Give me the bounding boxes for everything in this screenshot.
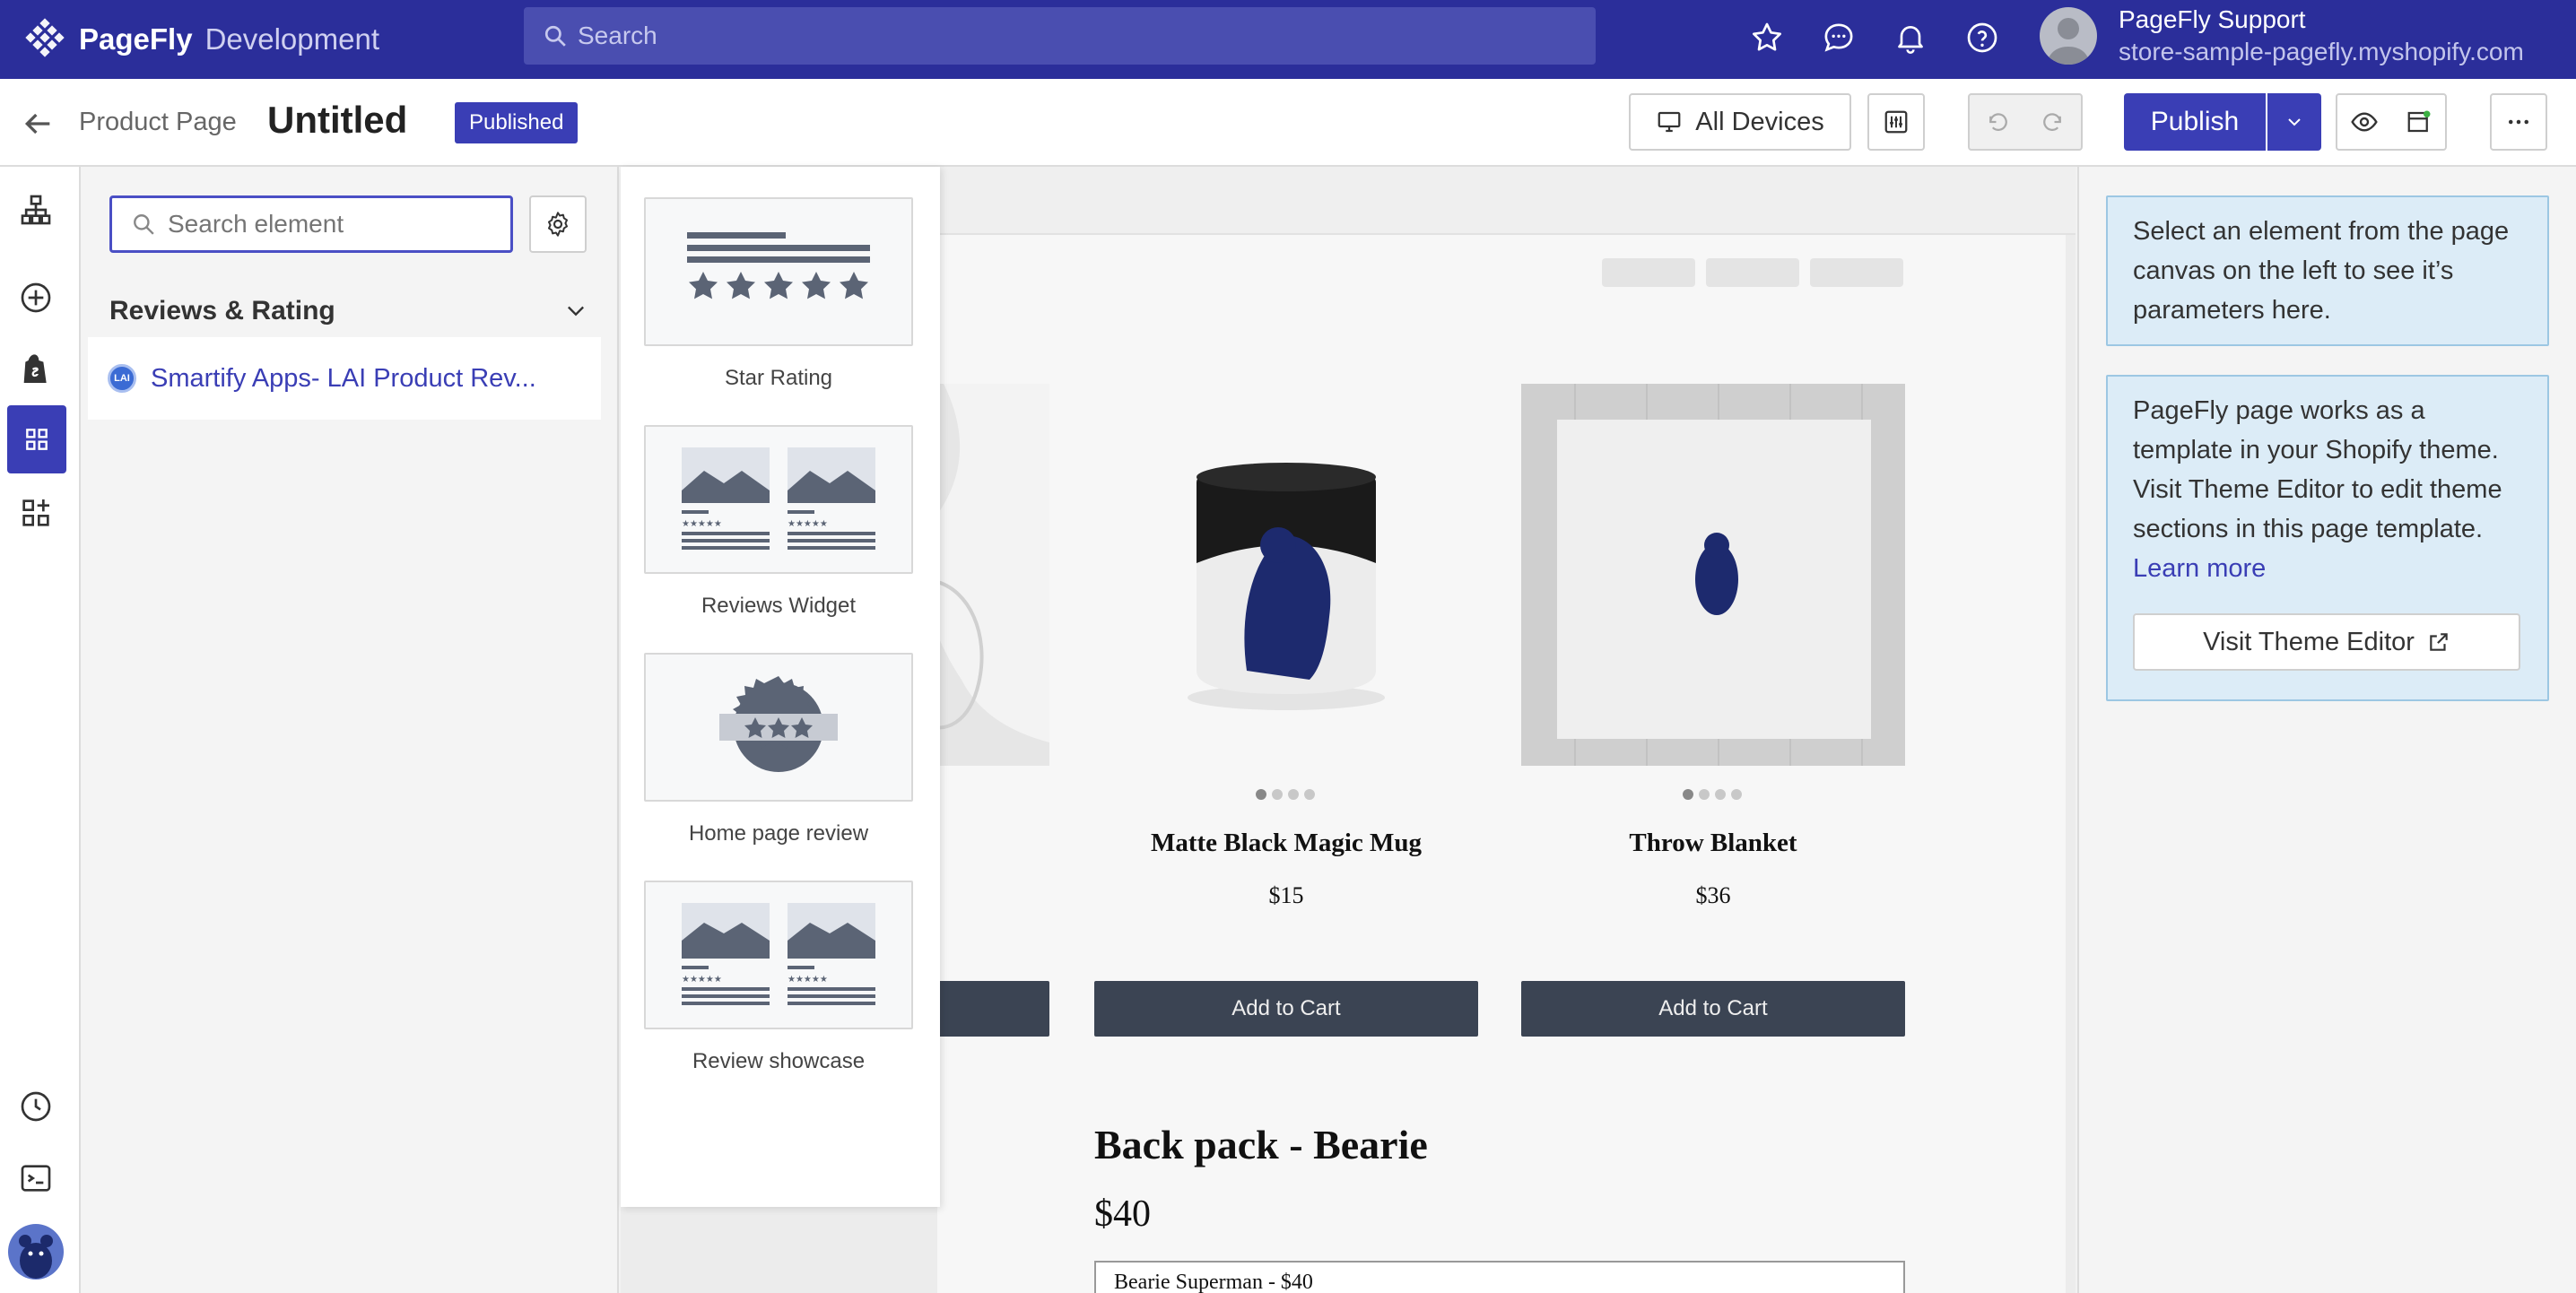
bell-icon[interactable]: [1893, 20, 1928, 56]
element-search-input[interactable]: [109, 195, 513, 253]
eye-icon[interactable]: [2350, 108, 2379, 136]
add-to-cart-button[interactable]: Add to Cart: [1521, 981, 1905, 1037]
publish-options-button[interactable]: [2267, 93, 2321, 151]
product-image[interactable]: [1094, 384, 1478, 766]
integrations-nav-button[interactable]: [7, 405, 66, 473]
widget-label[interactable]: Star Rating: [644, 366, 913, 391]
panel-settings-button[interactable]: [529, 195, 587, 253]
brand[interactable]: PageFly Development: [23, 16, 379, 63]
avatar[interactable]: [2040, 7, 2097, 65]
device-selector-button[interactable]: All Devices: [1629, 93, 1851, 151]
brand-suffix: Development: [205, 22, 380, 56]
settings-sliders-button[interactable]: [1867, 93, 1925, 151]
blanket-image-icon: [1521, 384, 1905, 766]
reviews-widget-card[interactable]: ★★★★★ ★★★★★: [644, 425, 913, 574]
integration-list-item[interactable]: LAI Smartify Apps- LAI Product Rev...: [88, 337, 601, 420]
add-element-icon[interactable]: [18, 280, 54, 316]
live-page-icon[interactable]: [2406, 108, 2432, 135]
product-image[interactable]: [1521, 384, 1905, 766]
svg-text:★★★★★: ★★★★★: [682, 519, 722, 529]
featured-product-price: $40: [1094, 1193, 1151, 1235]
user-avatar-icon: [2047, 18, 2090, 65]
reviews-widget-preview-icon: ★★★★★ ★★★★★: [682, 447, 875, 550]
star-icon[interactable]: [1749, 20, 1785, 56]
mascot-avatar-icon[interactable]: [7, 1223, 65, 1280]
category-title[interactable]: Reviews & Rating: [109, 296, 335, 326]
select-element-hint: Select an element from the page canvas o…: [2106, 195, 2549, 346]
widget-label[interactable]: Review showcase: [644, 1049, 913, 1074]
chevron-down-icon: [2288, 118, 2301, 126]
star-rating-preview-icon: [687, 232, 870, 299]
code-terminal-icon[interactable]: [18, 1160, 54, 1196]
global-search-placeholder: Search: [578, 22, 657, 49]
visit-theme-editor-label: Visit Theme Editor: [2203, 627, 2415, 656]
layers-tree-icon[interactable]: [18, 192, 54, 228]
breadcrumb[interactable]: Product Page: [79, 108, 237, 137]
svg-text:★★★★★: ★★★★★: [682, 975, 722, 985]
lai-app-icon: LAI: [108, 364, 136, 393]
svg-text:★★★★★: ★★★★★: [788, 975, 828, 985]
svg-text:★★★★★: ★★★★★: [788, 519, 828, 529]
publish-button[interactable]: Publish: [2124, 93, 2266, 151]
help-icon[interactable]: [1964, 20, 2000, 56]
grid-apps-icon: [26, 429, 48, 450]
redo-icon[interactable]: [2039, 108, 2066, 135]
variant-select-value: Bearie Superman - $40: [1114, 1271, 1313, 1293]
review-showcase-widget-card[interactable]: ★★★★★ ★★★★★: [644, 881, 913, 1029]
chevron-down-icon[interactable]: [563, 298, 588, 323]
widget-label[interactable]: Home page review: [644, 821, 913, 846]
gear-icon: [548, 212, 568, 237]
desktop-icon: [1658, 111, 1681, 133]
select-element-hint-text: Select an element from the page canvas o…: [2133, 217, 2510, 325]
page-title[interactable]: Untitled: [267, 99, 407, 142]
variant-select[interactable]: Bearie Superman - $40: [1094, 1261, 1905, 1293]
widget-label[interactable]: Reviews Widget: [644, 594, 913, 619]
learn-more-link[interactable]: Learn more: [2133, 549, 2522, 588]
placeholder-pill: [1706, 258, 1799, 287]
placeholder-pill: [1810, 258, 1903, 287]
product-price: $15: [1268, 882, 1304, 908]
product-price: $36: [1695, 882, 1731, 908]
chat-icon[interactable]: [1821, 20, 1857, 56]
history-clock-icon[interactable]: [18, 1089, 54, 1124]
theme-template-info-text: PageFly page works as a template in your…: [2133, 396, 2502, 543]
mug-image-icon: [1188, 463, 1385, 710]
home-page-review-widget-card[interactable]: [644, 653, 913, 802]
account-name[interactable]: PageFly Support: [2119, 5, 2306, 34]
apps-add-icon[interactable]: [18, 495, 54, 531]
back-arrow-icon[interactable]: [20, 106, 56, 142]
element-panel: [81, 167, 619, 1293]
integration-item-label: Smartify Apps- LAI Product Rev...: [151, 363, 536, 393]
star-rating-widget-card[interactable]: [644, 197, 913, 346]
pagefly-logo-icon: [25, 18, 65, 57]
undo-icon[interactable]: [1985, 108, 2012, 135]
product-name[interactable]: Matte Black Magic Mug: [1094, 829, 1478, 858]
placeholder-pill: [1602, 258, 1695, 287]
status-badge: Published: [455, 102, 579, 143]
sliders-icon: [1884, 110, 1908, 134]
image-carousel-dots[interactable]: [1683, 789, 1742, 802]
external-link-icon: [2430, 633, 2448, 651]
more-dots-icon: [2509, 119, 2528, 125]
add-to-cart-button[interactable]: Add to Cart: [1094, 981, 1478, 1037]
more-options-button[interactable]: [2490, 93, 2547, 151]
review-showcase-preview-icon: ★★★★★ ★★★★★: [682, 903, 875, 1005]
badge-review-preview-icon: [719, 676, 838, 772]
image-carousel-dots[interactable]: [1256, 789, 1315, 802]
undo-redo-group: [1968, 93, 2083, 151]
featured-product-title[interactable]: Back pack - Bearie: [1094, 1121, 1428, 1168]
preview-group: [2336, 93, 2447, 151]
account-store[interactable]: store-sample-pagefly.myshopify.com: [2119, 38, 2524, 66]
visit-theme-editor-button[interactable]: Visit Theme Editor: [2133, 613, 2520, 671]
search-icon: [544, 25, 566, 47]
brand-name: PageFly: [79, 22, 193, 56]
shopify-bag-icon[interactable]: [18, 351, 54, 387]
device-selector-label: All Devices: [1695, 107, 1824, 136]
global-search-input[interactable]: Search: [524, 7, 1596, 65]
product-name[interactable]: Throw Blanket: [1521, 829, 1905, 858]
search-icon: [134, 214, 154, 235]
element-search-field[interactable]: [168, 210, 491, 239]
